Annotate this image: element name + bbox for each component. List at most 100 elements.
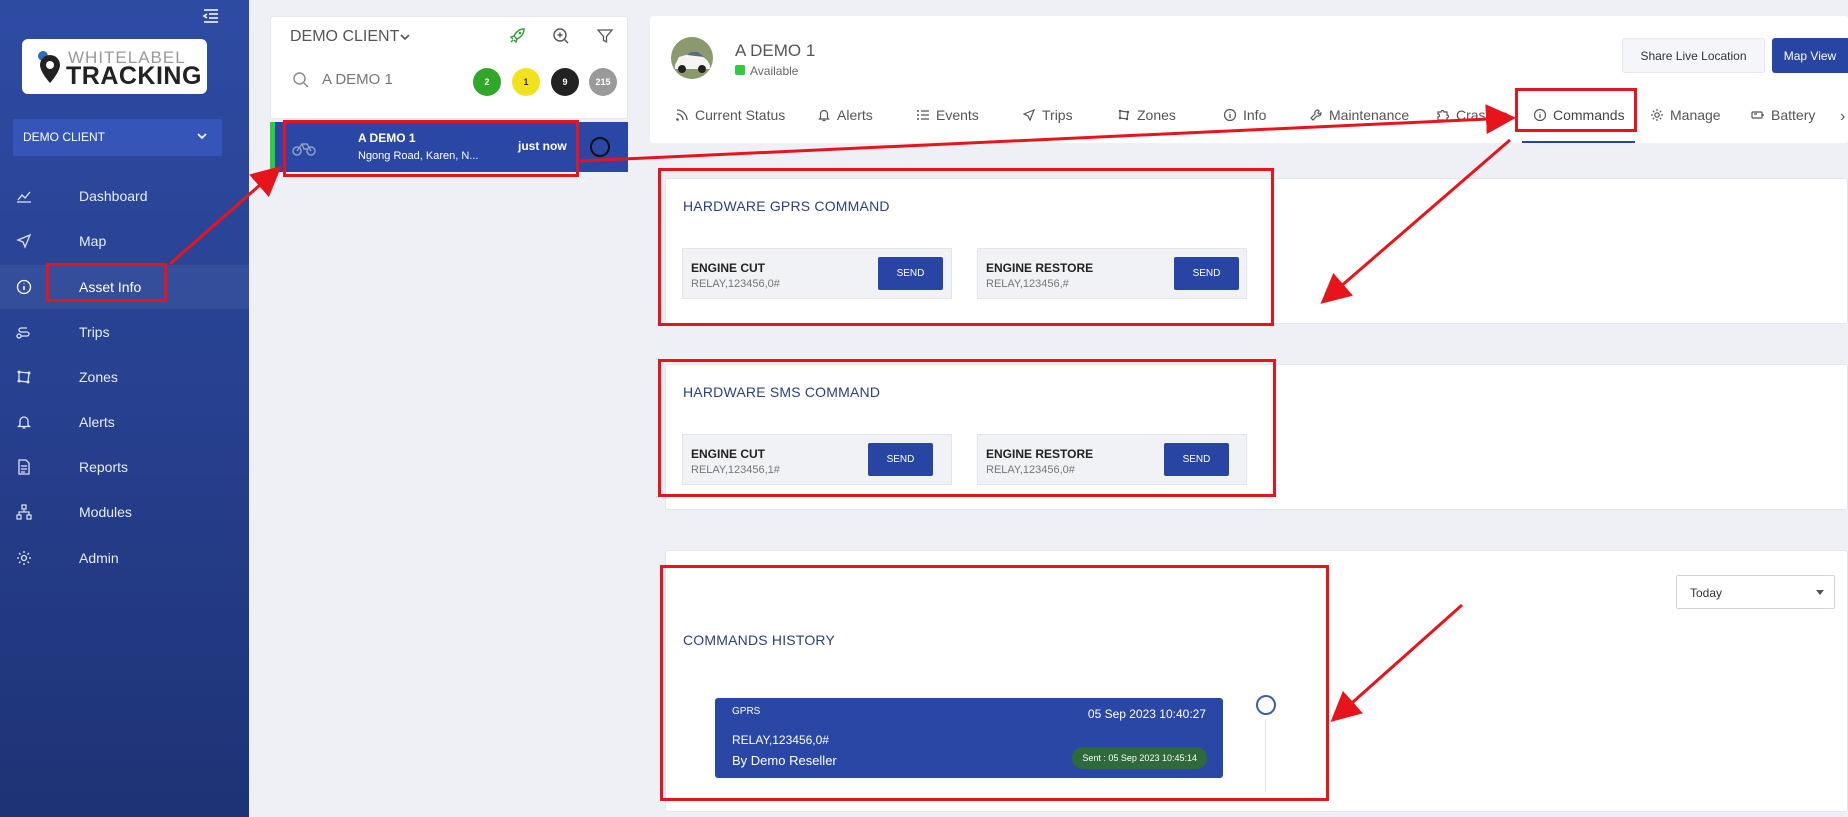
list-client-name[interactable]: DEMO CLIENT — [290, 28, 399, 46]
sidebar-item-asset-info[interactable]: Asset Info — [0, 265, 249, 309]
gear-icon — [17, 551, 31, 565]
command-title: ENGINE RESTORE — [986, 447, 1094, 461]
tab-label: Crashes — [1456, 107, 1509, 123]
count-badge-stopped[interactable]: 9 — [551, 68, 579, 96]
client-select-value: DEMO CLIENT — [23, 130, 106, 144]
command-title: ENGINE CUT — [691, 447, 766, 461]
tab-events[interactable]: Events — [916, 106, 981, 134]
tab-label: Battery — [1771, 107, 1816, 123]
sidebar-item-zones[interactable]: Zones — [0, 355, 249, 399]
sitemap-icon — [16, 504, 32, 520]
history-date-filter-select[interactable]: Today — [1676, 575, 1835, 609]
caret-down-icon — [1816, 590, 1824, 595]
battery-icon — [1751, 111, 1764, 119]
gprs-command-title: HARDWARE GPRS COMMAND — [683, 198, 890, 214]
tab-current-status[interactable]: Current Status — [675, 106, 795, 134]
tabs-scroll-right-icon[interactable]: › — [1840, 108, 1845, 126]
tab-maintenance[interactable]: Maintenance — [1309, 106, 1414, 134]
sms-engine-restore-send-button[interactable]: SEND — [1164, 443, 1229, 476]
sidebar-item-admin[interactable]: Admin — [0, 536, 249, 580]
sidebar-item-alerts[interactable]: Alerts — [0, 400, 249, 444]
count-badge-idle[interactable]: 1 — [512, 68, 540, 96]
status-indicator-bar — [270, 122, 275, 172]
command-code: RELAY,123456,0# — [986, 464, 1075, 476]
tab-label: Trips — [1042, 107, 1073, 123]
document-icon — [18, 459, 30, 475]
asset-address: Ngong Road, Karen, N... — [358, 150, 479, 162]
tab-commands[interactable]: Commands — [1533, 106, 1628, 134]
collapse-menu-icon[interactable] — [202, 7, 220, 25]
gprs-engine-restore-send-button[interactable]: SEND — [1174, 257, 1239, 290]
map-view-button[interactable]: Map View — [1772, 38, 1848, 73]
sidebar-item-modules[interactable]: Modules — [0, 490, 249, 534]
tab-battery[interactable]: Battery — [1751, 106, 1823, 134]
history-date-filter-value: Today — [1690, 586, 1723, 600]
bell-icon — [16, 416, 32, 429]
sidebar-item-dashboard[interactable]: Dashboard — [0, 174, 249, 218]
gprs-engine-cut-send-button[interactable]: SEND — [878, 257, 943, 290]
timeline-line — [1265, 720, 1266, 792]
asset-list-item[interactable]: A DEMO 1 Ngong Road, Karen, N... just no… — [270, 122, 628, 172]
commands-history-title: COMMANDS HISTORY — [683, 632, 836, 648]
command-code: RELAY,123456,0# — [691, 278, 780, 290]
search-icon — [293, 72, 309, 88]
availability-dot — [735, 65, 745, 75]
sidebar-item-label: Dashboard — [79, 188, 148, 204]
wrench-icon — [1310, 109, 1322, 121]
sidebar-item-map[interactable]: Map — [0, 219, 249, 263]
tab-zones[interactable]: Zones — [1117, 106, 1179, 134]
tab-manage[interactable]: Manage — [1650, 106, 1722, 134]
info-icon — [16, 279, 32, 295]
sidebar-item-trips[interactable]: Trips — [0, 310, 249, 354]
tab-label: Maintenance — [1329, 107, 1410, 123]
count-badge-offline[interactable]: 215 — [589, 68, 617, 96]
tab-label: Manage — [1670, 107, 1721, 123]
navigation-icon — [1022, 108, 1036, 122]
chart-line-icon — [17, 191, 31, 203]
history-command-code: RELAY,123456,0# — [732, 733, 829, 747]
asset-select-radio[interactable] — [590, 137, 610, 157]
count-badge-moving[interactable]: 2 — [473, 68, 501, 96]
zone-icon — [1118, 109, 1130, 121]
gprs-engine-restore-command: ENGINE RESTORE RELAY,123456,# SEND — [977, 248, 1247, 299]
navigation-icon — [16, 233, 32, 249]
bell-icon — [818, 109, 830, 122]
vehicle-name: A DEMO 1 — [735, 41, 816, 60]
sidebar-item-label: Alerts — [79, 414, 115, 430]
asset-last-update: just now — [518, 139, 567, 153]
tab-label: Info — [1243, 107, 1267, 123]
chevron-down-icon[interactable] — [398, 30, 412, 44]
sidebar-item-label: Trips — [79, 324, 110, 340]
zoom-in-icon[interactable] — [552, 27, 570, 45]
command-history-item[interactable]: GPRS 05 Sep 2023 10:40:27 RELAY,123456,0… — [715, 698, 1223, 778]
sms-command-title: HARDWARE SMS COMMAND — [683, 384, 881, 400]
client-select[interactable]: DEMO CLIENT — [13, 119, 222, 156]
tab-label: Alerts — [837, 107, 873, 123]
tab-crashes[interactable]: Crashes — [1436, 106, 1509, 134]
info-icon — [1223, 108, 1237, 122]
tab-alerts[interactable]: Alerts — [817, 106, 877, 134]
sidebar-item-reports[interactable]: Reports — [0, 445, 249, 489]
brand-logo[interactable]: WHITELABEL TRACKING — [22, 39, 207, 94]
location-pin-icon — [38, 51, 60, 83]
command-code: RELAY,123456,# — [986, 278, 1069, 290]
car-icon — [671, 37, 713, 79]
sms-engine-cut-send-button[interactable]: SEND — [868, 443, 933, 476]
asset-search-input[interactable] — [322, 68, 462, 90]
rss-icon — [676, 109, 688, 121]
asset-name: A DEMO 1 — [358, 131, 416, 145]
history-command-date: 05 Sep 2023 10:40:27 — [1087, 707, 1206, 721]
gprs-engine-cut-command: ENGINE CUT RELAY,123456,0# SEND — [682, 248, 952, 299]
share-live-location-button[interactable]: Share Live Location — [1622, 38, 1765, 73]
tab-trips[interactable]: Trips — [1022, 106, 1077, 134]
motorbike-icon — [292, 143, 316, 156]
sidebar-item-label: Zones — [79, 369, 118, 385]
sidebar-item-label: Reports — [79, 459, 129, 475]
rocket-icon[interactable] — [508, 27, 526, 45]
sidebar: WHITELABEL TRACKING DEMO CLIENT Dashboar… — [0, 0, 249, 817]
list-icon — [917, 110, 929, 120]
route-icon — [16, 327, 30, 339]
tab-info[interactable]: Info — [1223, 106, 1273, 134]
filter-icon[interactable] — [596, 27, 614, 45]
tab-label: Current Status — [695, 107, 786, 123]
